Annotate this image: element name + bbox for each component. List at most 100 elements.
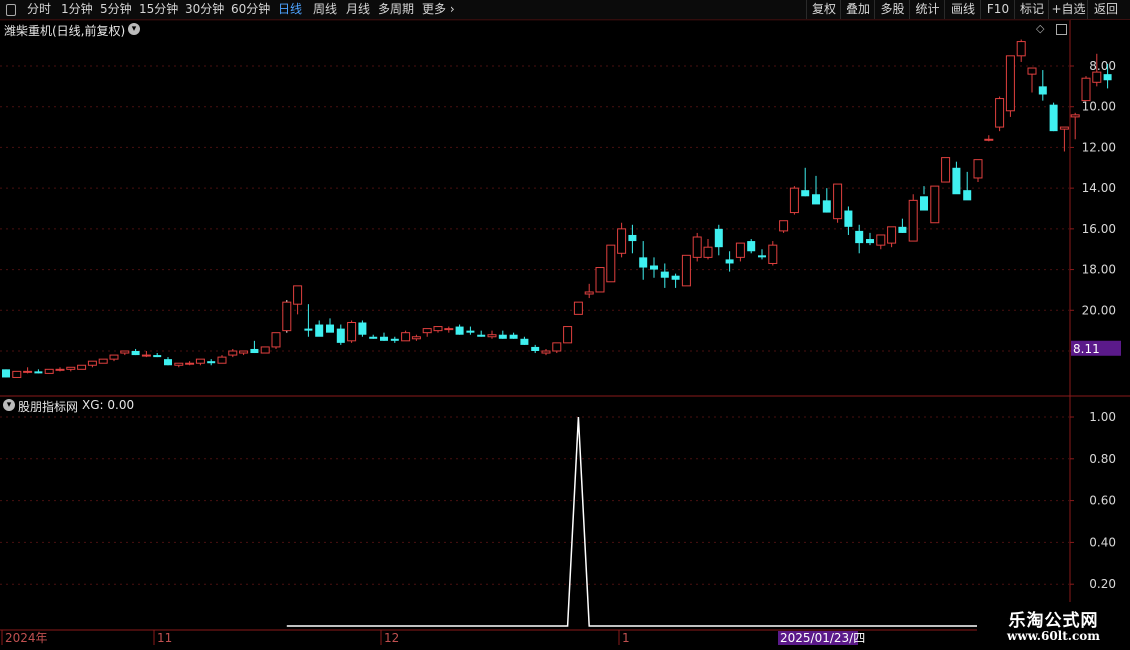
indicator-tick-label: 0.60 [1089, 494, 1116, 508]
candle-body-up [595, 267, 605, 293]
candle-body-down [866, 239, 874, 244]
candle-body-up [23, 370, 33, 373]
candle-body-up [876, 234, 886, 246]
candle-body-down [304, 328, 313, 331]
watermark: 乐淘公式网 www.60lt.com [977, 602, 1130, 650]
x-tick-label: 2024年 [5, 631, 48, 645]
candle-body-down [812, 194, 820, 205]
y-tick-label: 20.00 [1082, 303, 1116, 317]
candle-body-up [12, 370, 22, 378]
candle-body-up [995, 98, 1005, 128]
candle-body-down [520, 338, 529, 345]
candle-body-up [487, 334, 497, 338]
candle-body-down [1103, 74, 1112, 81]
candle-body-down [1049, 104, 1058, 132]
candle-body-down [369, 336, 378, 339]
candle-body-down [531, 346, 540, 351]
candle-body-up [433, 326, 443, 332]
candle-body-up [217, 356, 227, 364]
candle-body-down [898, 226, 907, 233]
candle-body-up [271, 332, 281, 348]
candle-body-up [195, 358, 205, 364]
candle-body-up [282, 301, 292, 332]
candle-body-down [455, 326, 464, 335]
candle-body-down [326, 324, 334, 333]
candle-body-up [573, 301, 583, 315]
candle-body-down [34, 371, 43, 374]
candle-body-down [2, 369, 10, 378]
x-tick-label: 12 [384, 631, 399, 645]
candle-body-down [725, 259, 734, 264]
xg-line [286, 416, 1108, 627]
candle-body-up [411, 336, 421, 340]
candle-body-down [466, 330, 475, 333]
candle-body-up [584, 291, 594, 295]
candle-body-down [153, 355, 162, 358]
candle-body-up [703, 246, 713, 258]
x-tick-label: 1 [622, 631, 630, 645]
candle-body-up [779, 220, 789, 232]
candle-body-up [973, 159, 983, 179]
cursor-date-label: 2025/01/23/四 [780, 631, 865, 645]
candle-body-up [789, 187, 799, 214]
candle-body-up [422, 328, 432, 334]
candle-body-down [844, 210, 853, 227]
candle-body-down [801, 190, 810, 197]
candle-body-up [606, 244, 616, 283]
price-marker-label: 8.11 [1073, 342, 1100, 356]
candle-body-down [131, 351, 140, 356]
candle-body-up [141, 354, 151, 357]
candle-body-down [963, 190, 972, 201]
candle-body-up [1081, 77, 1091, 102]
candle-body-up [1070, 114, 1080, 118]
candle-body-up [833, 183, 843, 220]
candle-body-up [109, 354, 119, 360]
candle-body-up [87, 360, 97, 366]
candle-body-down [628, 234, 637, 242]
y-tick-label: 10.00 [1082, 100, 1116, 114]
candle-body-up [185, 362, 195, 365]
candle-body-down [855, 230, 864, 244]
candle-body-up [930, 185, 940, 224]
candle-body-up [347, 322, 357, 342]
candle-body-down [358, 322, 367, 335]
candle-body-down [822, 200, 831, 213]
watermark-name: 乐淘公式网 [1008, 611, 1099, 631]
x-tick-label: 11 [157, 631, 172, 645]
y-tick-label: 18.00 [1082, 263, 1116, 277]
candle-body-up [541, 350, 551, 354]
candle-body-down [509, 334, 518, 339]
candle-body-up [735, 242, 745, 258]
candle-body-up [98, 358, 108, 364]
candle-body-up [1016, 41, 1026, 57]
candle-body-up [120, 350, 130, 354]
candle-body-up [681, 254, 691, 287]
candle-body-down [660, 271, 669, 278]
candle-body-up [908, 199, 918, 242]
candle-body-down [477, 334, 486, 337]
candle-body-up [239, 350, 249, 354]
candle-body-up [1092, 71, 1102, 83]
candle-body-down [207, 361, 216, 364]
candle-body-down [164, 359, 172, 366]
candle-body-up [692, 236, 702, 258]
candle-body-up [887, 226, 897, 244]
candle-body-down [758, 255, 766, 258]
candle-body-up [174, 362, 184, 366]
indicator-tick-label: 0.20 [1089, 577, 1116, 591]
candle-body-up [55, 368, 65, 371]
candle-body-up [66, 366, 76, 370]
y-tick-label: 14.00 [1082, 181, 1116, 195]
candle-body-down [315, 324, 324, 337]
candle-body-down [671, 275, 680, 280]
candle-body-up [941, 157, 951, 183]
watermark-url: www.60lt.com [1007, 629, 1100, 643]
candle-body-up [552, 342, 562, 352]
candle-body-down [250, 348, 259, 354]
candle-body-up [1027, 67, 1037, 75]
candle-body-up [444, 328, 454, 331]
kline-chart[interactable]: 22.0020.0018.0016.0014.0012.0010.008.008… [0, 0, 1130, 650]
candle-body-down [498, 334, 507, 339]
indicator-tick-label: 0.80 [1089, 452, 1116, 466]
indicator-tick-label: 1.00 [1089, 410, 1116, 424]
